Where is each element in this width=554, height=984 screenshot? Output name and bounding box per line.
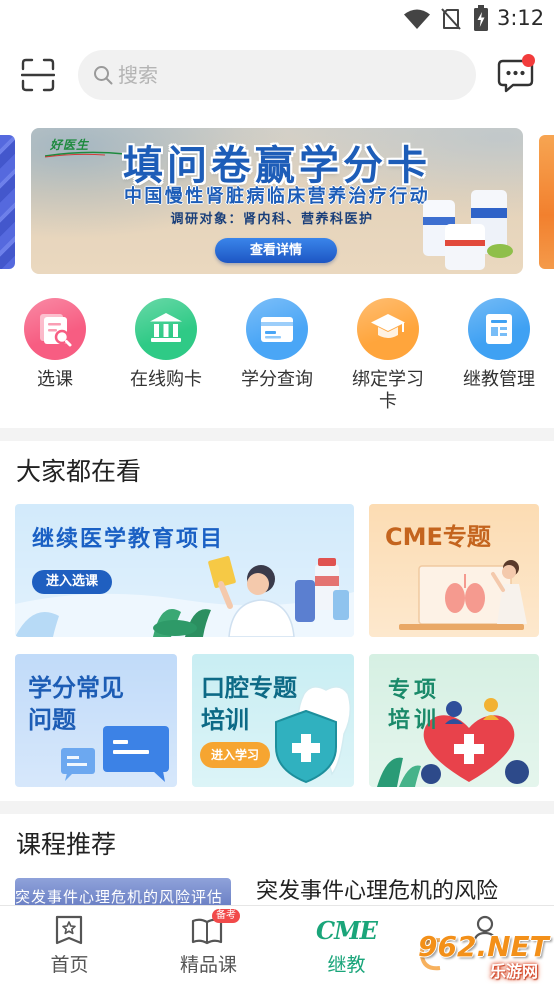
banner-leaves — [487, 244, 513, 258]
credit-card-icon — [261, 317, 293, 342]
status-time: 3:12 — [497, 6, 545, 30]
banner-title: 填问卷赢学分卡 — [123, 143, 431, 189]
banner-details-button[interactable]: 查看详情 — [215, 238, 337, 263]
watermark: 962.NET 乐游网 — [412, 920, 552, 984]
search-icon — [94, 66, 113, 85]
card-title: CME专题 — [385, 523, 491, 551]
graduation-cap-icon — [371, 314, 405, 338]
search-bar[interactable] — [78, 50, 476, 100]
quick-action-label: 学分查询 — [241, 369, 313, 390]
section-title-popular: 大家都在看 — [16, 457, 142, 486]
quick-action-select-course[interactable]: 选课 — [0, 298, 110, 418]
no-signal-icon — [441, 8, 461, 30]
card-title: 专项培训 — [388, 678, 441, 733]
bank-icon — [150, 313, 182, 342]
tab-continuing-education[interactable]: CME 继教 — [277, 906, 416, 984]
quick-action-circle — [246, 298, 308, 360]
quick-action-label: 绑定学习卡 — [352, 369, 424, 412]
card-credit-faq[interactable]: 学分常见问题 — [15, 654, 177, 787]
tab-premium-courses[interactable]: 备考 精品课 — [139, 906, 278, 984]
enter-course-select-button[interactable]: 进入选课 — [32, 570, 112, 594]
battery-charging-icon — [474, 5, 488, 31]
quick-action-label: 继教管理 — [463, 369, 535, 390]
section-title-recommend: 课程推荐 — [16, 830, 117, 859]
course-select-icon — [40, 314, 72, 347]
section-divider — [0, 801, 554, 814]
document-icon — [486, 314, 512, 344]
product-can — [445, 224, 485, 270]
scan-icon[interactable] — [21, 58, 55, 92]
quick-action-circle — [468, 298, 530, 360]
banner-next-peek[interactable] — [539, 135, 554, 269]
section-divider — [0, 428, 554, 441]
card-cme-topic[interactable]: CME专题 — [369, 504, 539, 637]
home-icon — [55, 915, 83, 945]
wifi-icon — [404, 9, 430, 29]
course-thumbnail-text: 突发事件心理危机的风险评估 — [15, 888, 224, 906]
quick-action-ce-management[interactable]: 继教管理 — [444, 298, 554, 418]
quick-action-label: 选课 — [37, 369, 73, 390]
banner-survey[interactable]: 好医生 填问卷赢学分卡 中国慢性肾脏病临床营养治疗行动 调研对象：肾内科、营养科… — [31, 128, 523, 274]
banner-prev-peek[interactable] — [0, 135, 15, 269]
cme-icon: CME — [316, 916, 378, 945]
search-input[interactable] — [118, 50, 458, 100]
tab-label-active: 继教 — [327, 954, 366, 976]
watermark-brand: 962.NET — [418, 930, 549, 963]
card-title: 学分常见问题 — [28, 674, 124, 734]
unread-dot — [522, 54, 535, 67]
card-cme-program[interactable]: 继续医学教育项目 进入选课 — [15, 504, 354, 637]
card-title: 口腔专题培训 — [201, 674, 297, 734]
tab-label: 精品课 — [179, 954, 237, 976]
card-special-training[interactable]: 专项培训 — [369, 654, 539, 787]
quick-action-buy-card[interactable]: 在线购卡 — [111, 298, 221, 418]
enter-learning-button[interactable]: 进入学习 — [200, 742, 270, 768]
quick-action-circle — [357, 298, 419, 360]
quick-action-circle — [24, 298, 86, 360]
exam-prep-badge: 备考 — [212, 909, 240, 923]
watermark-site-name: 乐游网 — [490, 962, 539, 981]
quick-action-circle — [135, 298, 197, 360]
card-dental-training[interactable]: 口腔专题培训 进入学习 — [192, 654, 354, 787]
card-title: 继续医学教育项目 — [32, 527, 225, 552]
course-title[interactable]: 突发事件心理危机的风险 — [256, 878, 498, 906]
quick-action-label: 在线购卡 — [130, 369, 202, 390]
status-bar: 3:12 — [0, 0, 554, 38]
tab-home[interactable]: 首页 — [0, 906, 139, 984]
quick-action-credit-query[interactable]: 学分查询 — [222, 298, 332, 418]
quick-action-bind-card[interactable]: 绑定学习卡 — [333, 298, 443, 418]
tab-label: 首页 — [50, 954, 89, 976]
